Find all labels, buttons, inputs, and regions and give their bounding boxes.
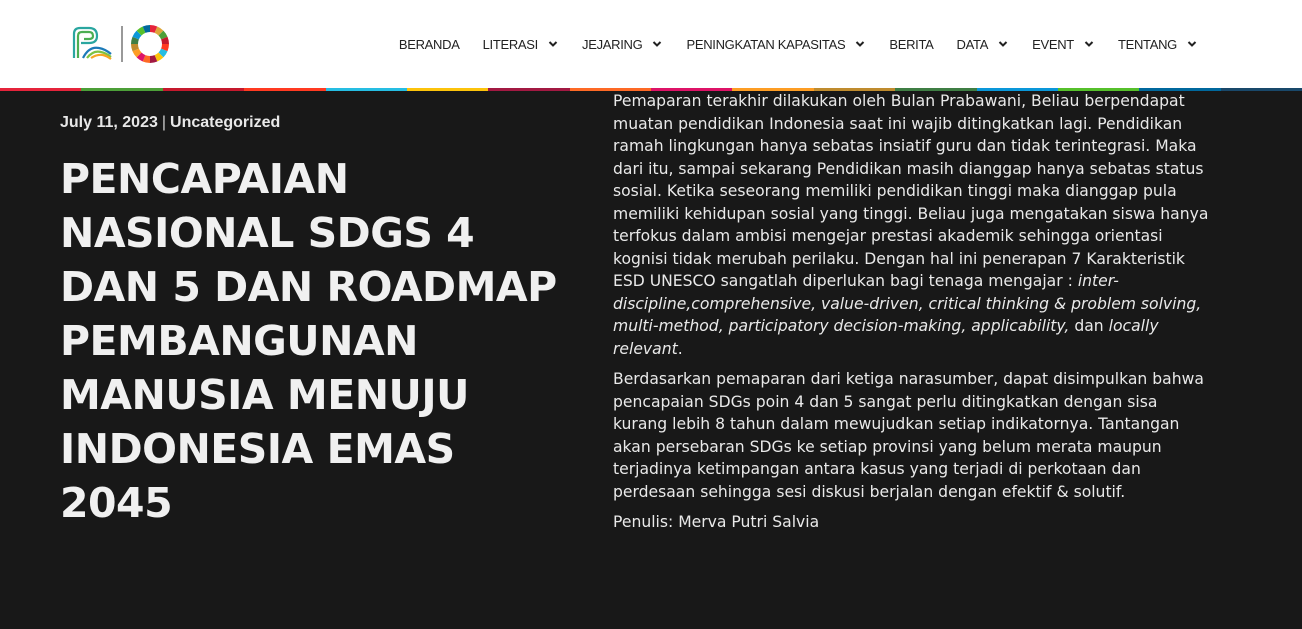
paragraph-end: . <box>677 339 683 358</box>
nav-item-label: BERANDA <box>398 36 460 52</box>
paragraph-text: Pemaparan terakhir dilakukan oleh Bulan … <box>613 92 1209 290</box>
chevron-down-icon <box>1187 41 1197 47</box>
nav-item-label: TENTANG <box>1117 36 1177 52</box>
nav-item-label: DATA <box>956 36 989 52</box>
chevron-down-icon <box>1084 41 1094 47</box>
stripe-segment <box>406 88 489 91</box>
post-category[interactable]: Uncategorized <box>170 114 280 131</box>
stripe-segment <box>1220 88 1302 91</box>
stripe-segment <box>325 88 407 91</box>
nav-item-label: EVENT <box>1032 36 1074 52</box>
chevron-down-icon <box>548 41 558 47</box>
nav-item-peningkatan-kapasitas[interactable]: PENINGKATAN KAPASITAS <box>686 37 866 52</box>
article-body: Pemaparan terakhir dilakukan oleh Bulan … <box>613 90 1213 542</box>
paragraph-conjunction: dan <box>1069 317 1109 335</box>
meta-separator: | <box>161 114 167 131</box>
chevron-down-icon <box>856 41 865 47</box>
stripe-segment <box>488 88 570 91</box>
chevron-down-icon <box>998 41 1008 47</box>
nav-item-beranda[interactable]: BERANDA <box>399 37 460 52</box>
nav-item-event[interactable]: EVENT <box>1032 37 1095 52</box>
paragraph-closing-speaker: Pemaparan terakhir dilakukan oleh Bulan … <box>613 90 1213 360</box>
nav-item-label: BERITA <box>889 36 934 52</box>
stripe-segment <box>81 88 163 91</box>
stripe-segment <box>244 88 326 91</box>
nav-item-label: JEJARING <box>582 36 643 52</box>
paragraph-conclusion: Berdasarkan pemaparan dari ketiga narasu… <box>613 370 1204 501</box>
nav-item-jejaring[interactable]: JEJARING <box>582 37 663 52</box>
post-date[interactable]: July 11, 2023 <box>60 114 158 131</box>
nav-item-data[interactable]: DATA <box>957 37 1010 52</box>
nav-item-label: LITERASI <box>482 36 539 52</box>
nav-item-label: PENINGKATAN KAPASITAS <box>686 36 846 52</box>
chevron-down-icon <box>653 41 662 47</box>
author-credit: Penulis: Merva Putri Salvia <box>613 513 820 531</box>
nav-item-tentang[interactable]: TENTANG <box>1118 37 1198 52</box>
post-title: PENCAPAIAN NASIONAL SDGS 4 DAN 5 DAN ROA… <box>60 155 557 527</box>
site-header: BERANDA LITERASI JEJARING PENINGKATAN KAPAS… <box>0 0 1302 88</box>
site-logo[interactable] <box>71 24 171 64</box>
nav-item-literasi[interactable]: LITERASI <box>483 37 559 52</box>
nav-item-berita[interactable]: BERITA <box>889 36 934 52</box>
stripe-segment <box>162 88 245 91</box>
logo-icon <box>72 25 169 63</box>
main-nav: BERANDA LITERASI JEJARING PENINGKATAN KAPAS… <box>376 0 1198 88</box>
stripe-segment <box>0 88 82 91</box>
post-meta: July 11, 2023 | Uncategorized <box>60 114 280 132</box>
